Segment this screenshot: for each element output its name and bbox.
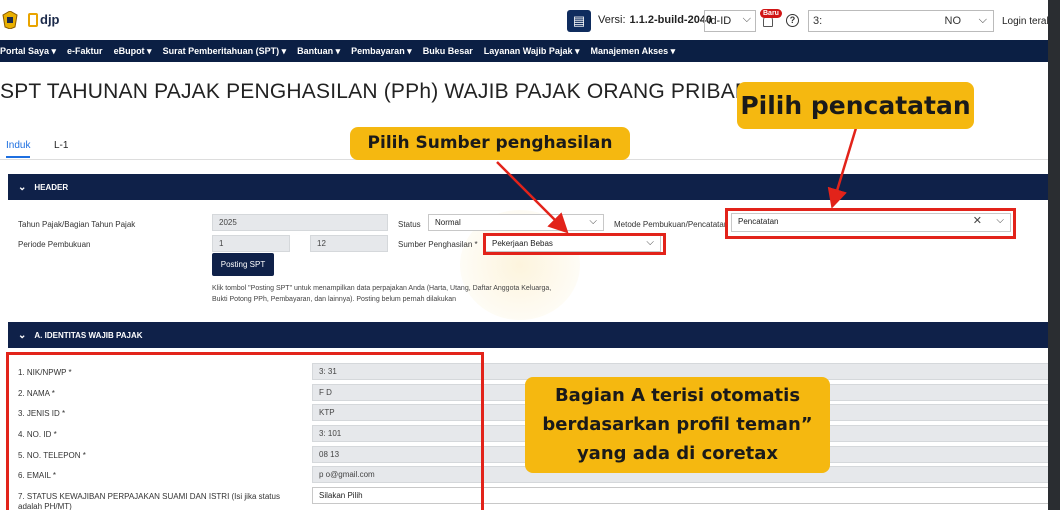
callout-pencatatan: Pilih pencatatan: [737, 82, 974, 129]
screenshot-area: djp ▤ Versi: 1.1.2-build-2040 id-ID ⌵ Bar…: [0, 0, 1048, 510]
annotation-arrows: [496, 127, 858, 234]
callout-sumber-penghasilan: Pilih Sumber penghasilan: [350, 127, 630, 160]
arrow-pencatatan: [827, 127, 858, 209]
callout-bagian-a: Bagian A terisi otomatis berdasarkan pro…: [525, 377, 830, 473]
arrow-sumber: [496, 161, 569, 234]
callout-bagian-a-line1: Bagian A terisi otomatis: [554, 385, 801, 406]
callout-bagian-a-line2: berdasarkan profil teman”: [542, 414, 813, 435]
callout-bagian-a-line3: yang ada di coretax: [576, 443, 779, 464]
window-edge: [1048, 0, 1060, 510]
